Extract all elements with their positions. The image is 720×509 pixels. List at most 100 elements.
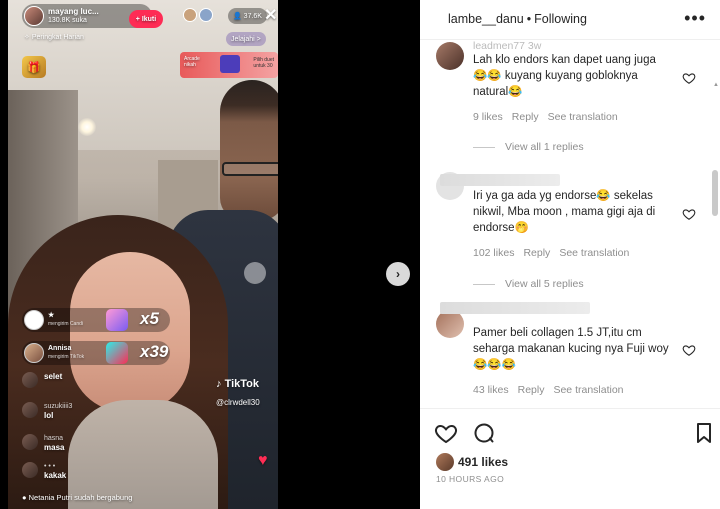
comment-meta: 9 likes Reply See translation	[473, 111, 627, 123]
see-translation-link[interactable]: See translation	[548, 111, 618, 123]
comment-username[interactable]: leadmen77 3w	[473, 40, 541, 52]
comments-list[interactable]: leadmen77 3w Lah klo endors kan dapet ua…	[420, 40, 720, 408]
man-head	[220, 80, 278, 220]
replies-line	[473, 283, 495, 285]
chat-text: kakak	[44, 471, 67, 480]
gift-notification: ★ mengirim Candi x5	[22, 308, 170, 332]
comment-likes[interactable]: 102 likes	[473, 247, 514, 259]
streamer-avatar[interactable]	[24, 6, 44, 26]
video-pointer	[244, 262, 266, 284]
tiktok-watermark-user: @clrwdell30	[216, 398, 260, 407]
chat-message: suzukiiii3 lol	[22, 402, 72, 420]
likes-count[interactable]: 491 likes	[458, 455, 508, 469]
scrollbar-thumb[interactable]	[712, 170, 718, 216]
like-comment-icon[interactable]	[682, 207, 696, 221]
liker-avatar[interactable]	[436, 453, 454, 471]
chat-text: selet	[44, 372, 63, 381]
promo-right-text: Pilih duet untuk 30	[253, 57, 274, 69]
view-replies[interactable]: View all 5 replies	[473, 278, 584, 290]
joined-text: Netania Putri sudah bergabung	[28, 493, 133, 502]
viewer-avatar[interactable]	[199, 8, 213, 22]
gift-notification: Annisa mengirim TikTok x39	[22, 341, 170, 365]
daily-rank[interactable]: ✧ Peringkat Harian	[24, 33, 84, 41]
like-comment-icon[interactable]	[682, 71, 696, 85]
post-username[interactable]: lambe__danu	[448, 12, 524, 26]
screenshot-frame: mayang luc... 130.8K suka + Ikuti 👤 37.6…	[0, 0, 720, 509]
comment-bubble-icon[interactable]	[472, 421, 496, 445]
tiktok-logo: ♪ TikTok	[216, 378, 259, 390]
scroll-up-icon[interactable]: ▲	[713, 82, 719, 88]
post-likes[interactable]: 491 likes	[436, 453, 508, 471]
join-avatar-icon: ●	[22, 493, 29, 502]
comment-avatar[interactable]	[436, 310, 464, 338]
person-icon: 👤	[233, 13, 244, 20]
gift-icon	[106, 309, 128, 331]
comment-text: Pamer beli collagen 1.5 JT,itu cm seharg…	[473, 327, 669, 371]
viewer-avatar[interactable]	[183, 8, 197, 22]
gift-count: x39	[140, 342, 169, 361]
gift-sender-name: ★	[48, 312, 55, 319]
replies-line	[473, 146, 495, 148]
woman-face	[70, 252, 190, 412]
rank-label: Peringkat Harian	[31, 34, 84, 41]
chat-user: suzukiiii3	[44, 403, 73, 410]
chat-text: masa	[44, 443, 65, 452]
see-translation-link[interactable]: See translation	[559, 247, 629, 259]
gift-description: mengirim Candi	[48, 321, 84, 327]
streamer-profile[interactable]: mayang luc... 130.8K suka + Ikuti	[22, 4, 163, 28]
post-header: lambe__danu • Following •••	[420, 0, 720, 40]
comment-avatar[interactable]	[436, 42, 464, 70]
next-arrow-button[interactable]: ›	[386, 262, 410, 286]
follow-status[interactable]: Following	[534, 12, 587, 26]
comment-meta: 43 likes Reply See translation	[473, 384, 633, 396]
blurred-username	[440, 302, 590, 314]
tiktok-wordmark: TikTok	[224, 378, 259, 390]
close-icon[interactable]: ✕	[264, 5, 277, 25]
comment-text: Lah klo endors kan dapet uang juga 😂😂 ku…	[473, 54, 656, 98]
gift-sender-name: Annisa	[48, 345, 72, 352]
top-viewers[interactable]	[183, 8, 223, 24]
view-replies-label[interactable]: View all 1 replies	[505, 141, 584, 153]
reply-button[interactable]: Reply	[518, 384, 545, 396]
comment-text: Iri ya ga ada yg endorse😂 sekelas nikwil…	[473, 190, 656, 234]
viewer-count[interactable]: 👤 37.6K	[228, 8, 267, 24]
gift-description: mengirim TikTok	[48, 354, 85, 360]
reply-button[interactable]: Reply	[523, 247, 550, 259]
chat-avatar	[22, 434, 38, 450]
blurred-username	[440, 174, 560, 186]
chat-text: lol	[44, 411, 54, 420]
separator: •	[526, 12, 532, 26]
gift-sender-avatar	[24, 310, 44, 330]
view-replies[interactable]: View all 1 replies	[473, 141, 584, 153]
live-video[interactable]: mayang luc... 130.8K suka + Ikuti 👤 37.6…	[8, 0, 278, 509]
man-glasses	[222, 162, 278, 176]
chat-avatar	[22, 372, 38, 388]
treasure-box-icon[interactable]: 🎁	[22, 56, 46, 78]
more-options-icon[interactable]: •••	[684, 8, 706, 29]
explore-button[interactable]: Jelajahi >	[226, 32, 266, 46]
ceiling-light	[78, 118, 96, 136]
promo-banner[interactable]: Arcade nikah Pilih duet untuk 30	[180, 52, 278, 78]
like-comment-icon[interactable]	[682, 343, 696, 357]
view-replies-label[interactable]: View all 5 replies	[505, 278, 584, 290]
post-timestamp: 10 HOURS AGO	[436, 474, 505, 484]
gift-sender-avatar	[24, 343, 44, 363]
tiktok-note-icon: ♪	[216, 378, 225, 390]
comment-likes[interactable]: 43 likes	[473, 384, 509, 396]
comment-likes[interactable]: 9 likes	[473, 111, 503, 123]
see-translation-link[interactable]: See translation	[553, 384, 623, 396]
chat-message: • • • kakak	[22, 462, 66, 480]
bookmark-icon[interactable]	[692, 421, 716, 445]
follow-button[interactable]: + Ikuti	[129, 10, 163, 28]
streamer-name: mayang luc...	[48, 7, 99, 16]
reply-button[interactable]: Reply	[512, 111, 539, 123]
joined-notice: ● Netania Putri sudah bergabung	[22, 493, 132, 502]
heart-icon[interactable]: ♥	[258, 452, 268, 470]
chat-user: • • •	[44, 463, 56, 470]
post-actions: 491 likes 10 HOURS AGO	[420, 408, 720, 509]
rank-icon: ✧	[24, 34, 32, 41]
chat-message: selet	[22, 372, 62, 388]
viewer-count-value: 37.6K	[243, 12, 262, 20]
post-panel: lambe__danu • Following ••• leadmen77 3w L…	[420, 0, 720, 509]
like-heart-icon[interactable]	[434, 421, 458, 445]
